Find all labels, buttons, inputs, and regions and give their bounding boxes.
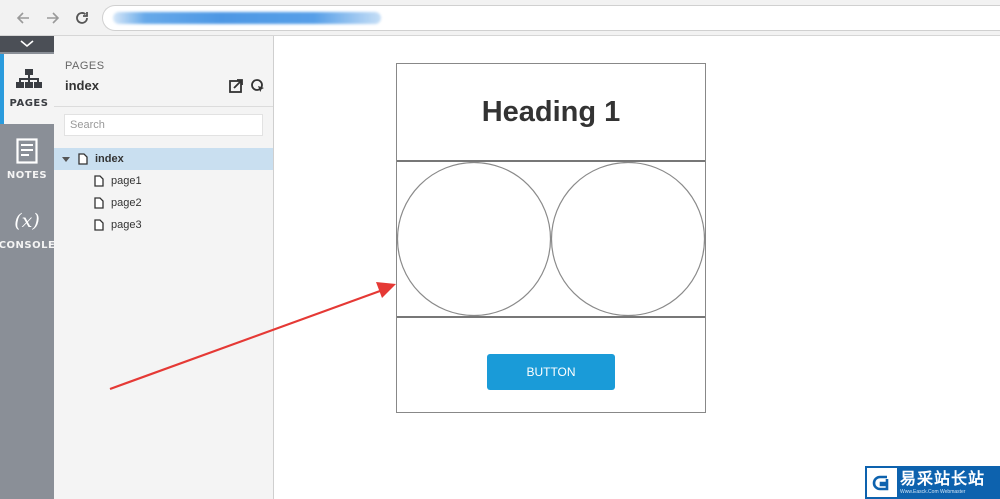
tree-item-page1[interactable]: page1: [54, 170, 273, 192]
circle-shape-right[interactable]: [550, 162, 705, 316]
watermark-subtitle: Www.Easck.Com Webmaster: [900, 488, 966, 495]
divider: [397, 316, 705, 318]
caret-down-icon[interactable]: [62, 156, 70, 162]
prototype-frame: Heading 1 BUTTON: [396, 63, 706, 413]
reload-button[interactable]: [70, 6, 94, 30]
current-page-name: index: [65, 78, 99, 93]
tree-item-label: page3: [111, 219, 142, 231]
rail-item-console[interactable]: (x) CONSOLE: [0, 196, 56, 266]
address-bar[interactable]: [102, 5, 1000, 31]
back-button[interactable]: [11, 6, 35, 30]
search-input[interactable]: [64, 114, 263, 136]
rail-item-label: NOTES: [6, 170, 48, 181]
rail-item-label: PAGES: [9, 98, 49, 109]
rail-item-pages[interactable]: PAGES: [0, 54, 54, 124]
page-icon: [94, 219, 104, 231]
design-canvas: Heading 1 BUTTON: [275, 36, 1000, 499]
tree-item-page2[interactable]: page2: [54, 192, 273, 214]
panel-title: PAGES: [65, 60, 105, 72]
cta-button[interactable]: BUTTON: [487, 354, 615, 390]
circles-row: [397, 162, 705, 316]
locate-icon: [251, 79, 264, 92]
export-icon: [229, 79, 243, 93]
forward-button[interactable]: [41, 6, 65, 30]
page-icon: [94, 197, 104, 209]
rail-collapse-button[interactable]: [0, 36, 54, 52]
tree-item-page3[interactable]: page3: [54, 214, 273, 236]
locate-page-button[interactable]: [250, 78, 266, 94]
pages-panel: PAGES index index page1 page2 page3: [54, 36, 274, 499]
sitemap-icon: [16, 69, 42, 88]
arrow-right-icon: [47, 12, 60, 24]
watermark-name: 易采站长站: [900, 468, 986, 488]
reload-icon: [76, 12, 88, 24]
rail-item-label: CONSOLE: [0, 240, 56, 251]
watermark-logo-icon: [867, 468, 897, 497]
watermark: 易采站长站 Www.Easck.Com Webmaster: [865, 466, 1000, 499]
tree-item-label: page2: [111, 197, 142, 209]
chevron-down-icon: [20, 40, 34, 48]
tree-item-label: page1: [111, 175, 142, 187]
heading-widget[interactable]: Heading 1: [397, 64, 705, 160]
export-page-button[interactable]: [228, 78, 244, 94]
page-icon: [78, 153, 88, 165]
circle-shape-left[interactable]: [397, 162, 552, 316]
rail-item-notes[interactable]: NOTES: [0, 126, 54, 196]
variable-x-icon: (x): [14, 210, 40, 232]
browser-toolbar: [0, 0, 1000, 36]
page-icon: [94, 175, 104, 187]
notes-icon: [16, 138, 38, 164]
tree-item-label: index: [95, 153, 124, 165]
redacted-url: [113, 12, 381, 24]
left-rail: PAGES NOTES (x) CONSOLE: [0, 36, 56, 499]
arrow-left-icon: [16, 12, 29, 24]
tree-item-index[interactable]: index: [54, 148, 273, 170]
divider: [54, 106, 273, 107]
